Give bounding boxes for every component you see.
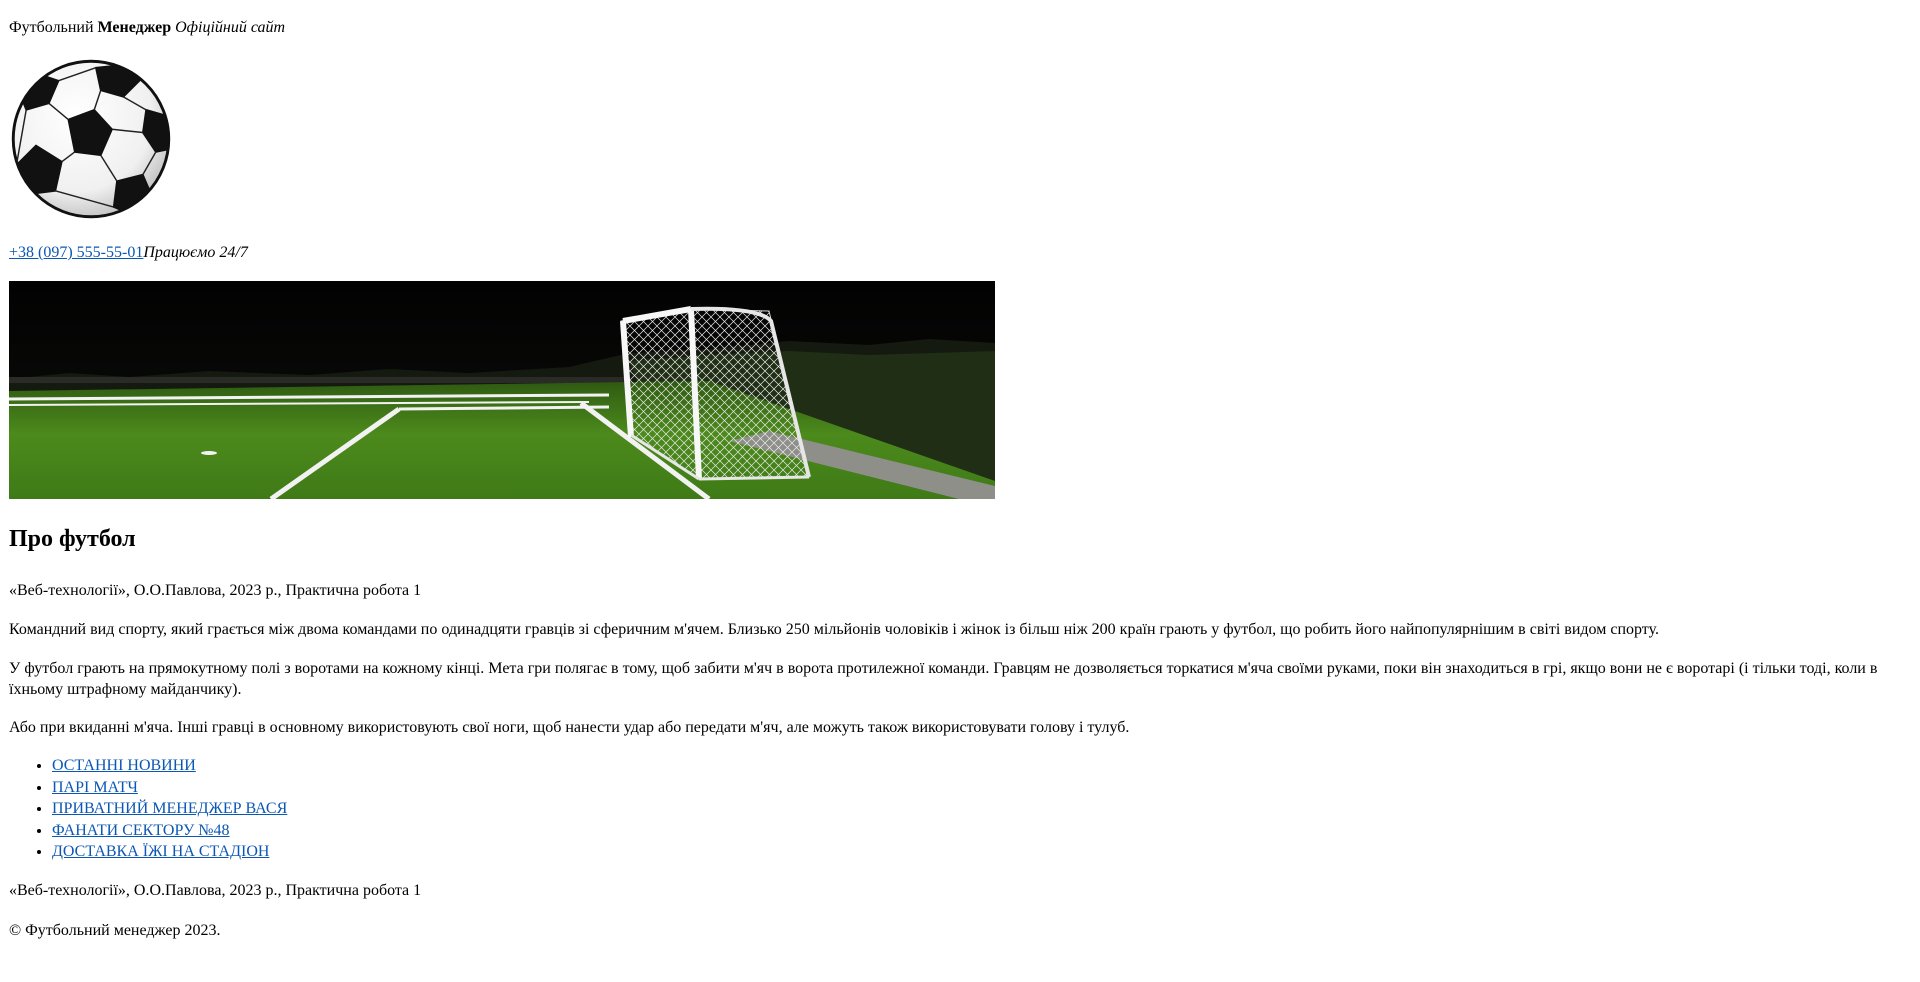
list-item: ПРИВАТНИЙ МЕНЕДЖЕР ВАСЯ (52, 798, 287, 820)
site-title-italic: Офіційний сайт (175, 19, 286, 36)
list-item: ПАРІ МАТЧ (52, 777, 287, 799)
list-item: ФАНАТИ СЕКТОРУ №48 (52, 820, 287, 842)
soccer-ball-icon (10, 58, 172, 220)
copyright: © Футбольний менеджер 2023. (9, 922, 221, 939)
footer-credit: «Веб-технології», О.О.Павлова, 2023 р., … (9, 882, 422, 899)
page: Футбольний Менеджер Офіційний сайт +38 (… (0, 0, 1920, 982)
nav-link-fans-sector[interactable]: ФАНАТИ СЕКТОРУ №48 (52, 822, 230, 839)
paragraph-throw-in: Або при вкиданні м'яча. Інші гравці в ос… (9, 719, 1130, 736)
site-title-part1: Футбольний (9, 19, 98, 36)
nav-list: ОСТАННІ НОВИНИ ПАРІ МАТЧ ПРИВАТНИЙ МЕНЕД… (9, 755, 287, 863)
credit-text: «Веб-технології», О.О.Павлова, 2023 р., … (9, 582, 422, 599)
list-item: ОСТАННІ НОВИНИ (52, 755, 287, 777)
list-item: ДОСТАВКА ЇЖІ НА СТАДІОН (52, 841, 287, 863)
nav-link-pari-match[interactable]: ПАРІ МАТЧ (52, 779, 138, 796)
nav-link-latest-news[interactable]: ОСТАННІ НОВИНИ (52, 757, 196, 774)
site-title: Футбольний Менеджер Офіційний сайт (9, 18, 285, 38)
site-title-bold: Менеджер (97, 19, 172, 36)
paragraph-intro: Командний вид спорту, який грається між … (9, 621, 1659, 638)
page-heading: Про футбол (9, 526, 136, 552)
nav-link-private-manager[interactable]: ПРИВАТНИЙ МЕНЕДЖЕР ВАСЯ (52, 800, 287, 817)
football-goal-field-image (9, 281, 995, 499)
contact-line: +38 (097) 555-55-01Працюємо 24/7 (9, 243, 248, 263)
working-hours: Працюємо 24/7 (143, 244, 248, 261)
nav-link-food-delivery[interactable]: ДОСТАВКА ЇЖІ НА СТАДІОН (52, 843, 269, 860)
paragraph-rules: У футбол грають на прямокутному полі з в… (9, 660, 1878, 698)
phone-link[interactable]: +38 (097) 555-55-01 (9, 244, 143, 261)
